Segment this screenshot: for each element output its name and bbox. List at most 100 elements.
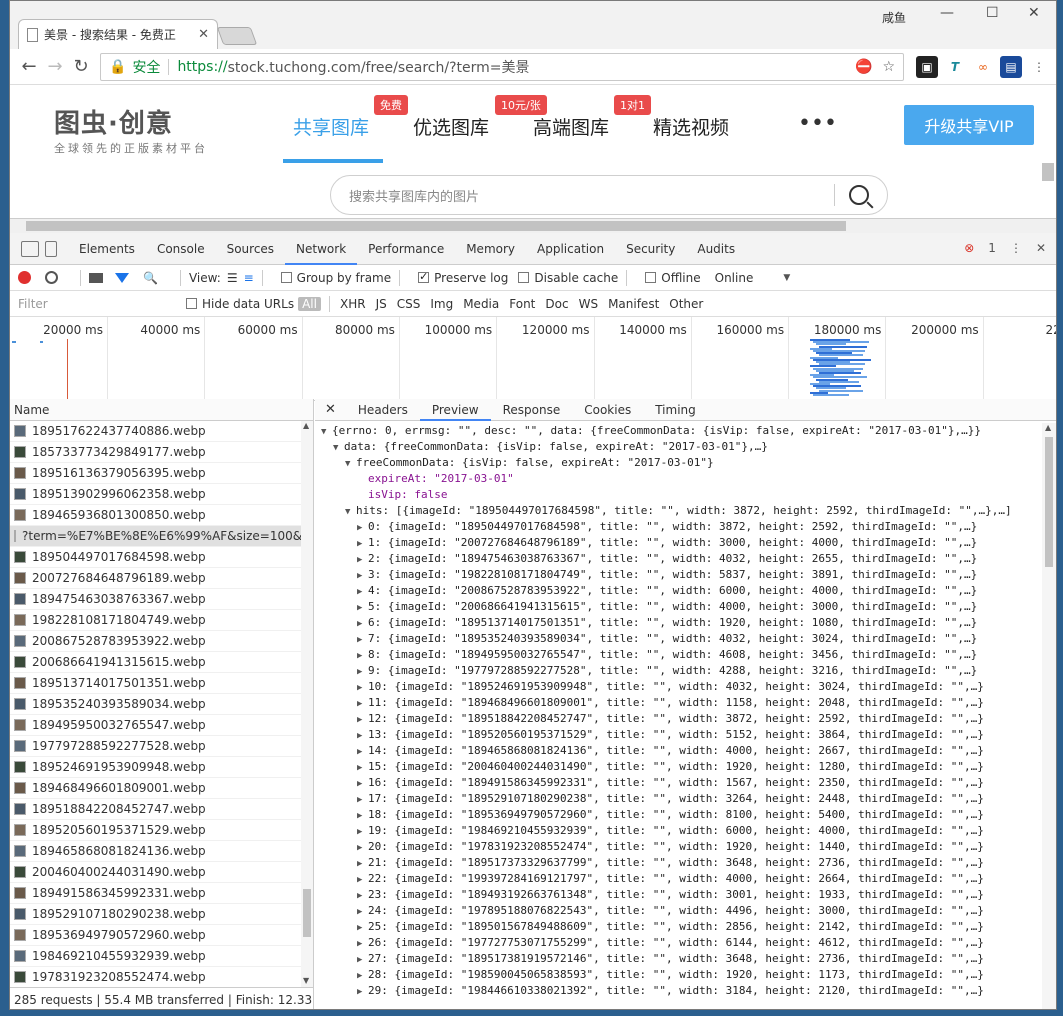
reload-icon[interactable]: ↻ xyxy=(68,56,94,77)
json-line[interactable]: ▶ 23: {imageId: "189493192663761348", tit… xyxy=(321,887,1040,903)
json-line[interactable]: ▶ 5: {imageId: "200686641941315615", titl… xyxy=(321,599,1040,615)
expand-icon[interactable]: ▶ xyxy=(357,616,368,632)
expand-icon[interactable]: ▶ xyxy=(357,728,368,744)
json-line[interactable]: ▶ 3: {imageId: "198228108171804749", titl… xyxy=(321,567,1040,583)
devtools-tab-application[interactable]: Application xyxy=(526,233,615,265)
json-line[interactable]: ▼ data: {freeCommonData: {isVip: false, e… xyxy=(321,439,1040,455)
json-line[interactable]: ▶ 7: {imageId: "189535240393589034", titl… xyxy=(321,631,1040,647)
devtools-tab-security[interactable]: Security xyxy=(615,233,686,265)
json-preview[interactable]: ▼ {errno: 0, errmsg: "", desc: "", data: … xyxy=(321,423,1040,1009)
device-icon[interactable] xyxy=(45,240,57,257)
network-timeline[interactable]: 20000 ms 40000 ms 60000 ms 80000 ms 100000 m… xyxy=(10,317,1056,401)
json-line[interactable]: ▶ 13: {imageId: "189520560195371529", tit… xyxy=(321,727,1040,743)
request-row[interactable]: 197831923208552474.webp xyxy=(10,967,302,987)
devtools-tab-audits[interactable]: Audits xyxy=(686,233,746,265)
request-row[interactable]: 189491586345992331.webp xyxy=(10,883,302,904)
preview-scrollbar[interactable]: ▲ xyxy=(1042,423,1056,1009)
json-line[interactable]: ▼ hits: [{imageId: "189504497017684598", … xyxy=(321,503,1040,519)
request-row[interactable]: 200727684648796189.webp xyxy=(10,568,302,589)
expand-icon[interactable]: ▶ xyxy=(357,792,368,808)
devtools-menu-icon[interactable]: ⋮ xyxy=(1010,241,1022,255)
filter-input[interactable]: Filter xyxy=(14,293,176,315)
request-row[interactable]: 189495950032765547.webp xyxy=(10,715,302,736)
request-row[interactable]: 189516136379056395.webp xyxy=(10,463,302,484)
filter-type-all[interactable]: All xyxy=(298,296,321,311)
request-row[interactable]: 189517622437740886.webp xyxy=(10,421,302,442)
filter-type-ws[interactable]: WS xyxy=(575,297,602,311)
devtools-tab-sources[interactable]: Sources xyxy=(216,233,285,265)
expand-icon[interactable]: ▶ xyxy=(357,648,368,664)
request-row[interactable]: 189468496601809001.webp xyxy=(10,778,302,799)
expand-icon[interactable]: ▶ xyxy=(357,840,368,856)
filter-type-xhr[interactable]: XHR xyxy=(336,297,370,311)
json-line[interactable]: expireAt: "2017-03-01" xyxy=(321,471,1040,487)
address-bar[interactable]: 🔒 安全 https:// stock.tuchong.com/free/sea… xyxy=(100,52,904,81)
name-column-header[interactable]: Name xyxy=(10,399,313,421)
json-line[interactable]: ▶ 10: {imageId: "189524691953909948", tit… xyxy=(321,679,1040,695)
devtools-tab-elements[interactable]: Elements xyxy=(68,233,146,265)
json-line[interactable]: ▶ 20: {imageId: "197831923208552474", tit… xyxy=(321,839,1040,855)
filter-type-img[interactable]: Img xyxy=(426,297,457,311)
list-view-icon[interactable]: ☰ xyxy=(227,271,238,285)
blocked-icon[interactable]: ⛔ xyxy=(855,59,872,75)
collapse-icon[interactable]: ▼ xyxy=(333,440,344,456)
request-row[interactable]: 189535240393589034.webp xyxy=(10,694,302,715)
filter-type-js[interactable]: JS xyxy=(372,297,391,311)
json-line[interactable]: ▶ 28: {imageId: "198590045065838593", tit… xyxy=(321,967,1040,983)
request-row[interactable]: 185733773429849177.webp xyxy=(10,442,302,463)
devtools-tab-performance[interactable]: Performance xyxy=(357,233,455,265)
request-row[interactable]: 189465936801300850.webp xyxy=(10,505,302,526)
more-icon[interactable]: ••• xyxy=(798,111,837,136)
json-line[interactable]: ▶ 15: {imageId: "200460400244031490", tit… xyxy=(321,759,1040,775)
horizontal-scrollbar[interactable] xyxy=(10,219,1056,233)
search-icon[interactable] xyxy=(849,185,869,205)
json-line[interactable]: ▶ 4: {imageId: "200867528783953922", titl… xyxy=(321,583,1040,599)
close-devtools-icon[interactable]: ✕ xyxy=(1036,241,1046,255)
json-line[interactable]: ▶ 29: {imageId: "198446610338021392", tit… xyxy=(321,983,1040,999)
request-list-scrollbar[interactable]: ▲ ▼ xyxy=(301,421,313,987)
inspect-icon[interactable] xyxy=(21,240,39,257)
extension-icon[interactable]: ▣ xyxy=(916,55,938,78)
json-line[interactable]: ▶ 19: {imageId: "198469210455932939", tit… xyxy=(321,823,1040,839)
devtools-tab-console[interactable]: Console xyxy=(146,233,216,265)
filter-type-media[interactable]: Media xyxy=(459,297,503,311)
close-detail-icon[interactable]: ✕ xyxy=(315,399,346,421)
expand-icon[interactable]: ▶ xyxy=(357,664,368,680)
collapse-icon[interactable]: ▼ xyxy=(345,456,356,472)
back-icon[interactable]: ← xyxy=(16,56,42,77)
request-row[interactable]: 198469210455932939.webp xyxy=(10,946,302,967)
detail-tab-cookies[interactable]: Cookies xyxy=(572,399,643,421)
request-row[interactable]: 189513902996062358.webp xyxy=(10,484,302,505)
json-line[interactable]: ▶ 0: {imageId: "189504497017684598", titl… xyxy=(321,519,1040,535)
maximize-icon[interactable]: ☐ xyxy=(986,5,999,21)
request-row[interactable]: 189465868081824136.webp xyxy=(10,841,302,862)
json-line[interactable]: ▼ {errno: 0, errmsg: "", desc: "", data: … xyxy=(321,423,1040,439)
json-line[interactable]: ▶ 6: {imageId: "189513714017501351", titl… xyxy=(321,615,1040,631)
expand-icon[interactable]: ▶ xyxy=(357,888,368,904)
filter-icon[interactable] xyxy=(115,272,129,283)
expand-icon[interactable]: ▶ xyxy=(357,552,368,568)
nav-premium-library[interactable]: 高端图库 xyxy=(533,113,609,140)
collapse-icon[interactable]: ▼ xyxy=(345,504,356,520)
star-icon[interactable]: ☆ xyxy=(882,59,895,75)
expand-icon[interactable]: ▶ xyxy=(357,632,368,648)
json-line[interactable]: ▶ 8: {imageId: "189495950032765547", titl… xyxy=(321,647,1040,663)
json-line[interactable]: ▶ 26: {imageId: "197727753071755299", tit… xyxy=(321,935,1040,951)
extension-icon[interactable]: T xyxy=(944,55,966,78)
expand-icon[interactable]: ▶ xyxy=(357,904,368,920)
request-row[interactable]: 189518842208452747.webp xyxy=(10,799,302,820)
request-row[interactable]: 198228108171804749.webp xyxy=(10,610,302,631)
page-scrollbar[interactable] xyxy=(1042,163,1054,181)
filter-type-other[interactable]: Other xyxy=(665,297,707,311)
json-line[interactable]: ▶ 16: {imageId: "189491586345992331", tit… xyxy=(321,775,1040,791)
clear-icon[interactable] xyxy=(45,271,58,284)
expand-icon[interactable]: ▶ xyxy=(357,952,368,968)
expand-icon[interactable]: ▶ xyxy=(357,584,368,600)
expand-icon[interactable]: ▶ xyxy=(357,536,368,552)
close-window-icon[interactable]: ✕ xyxy=(1028,5,1040,21)
request-row[interactable]: 197797288592277528.webp xyxy=(10,736,302,757)
request-row[interactable]: 189529107180290238.webp xyxy=(10,904,302,925)
json-line[interactable]: ▶ 18: {imageId: "189536949790572960", tit… xyxy=(321,807,1040,823)
extension-icon[interactable]: ▤ xyxy=(1000,55,1022,78)
search-input[interactable]: 搜索共享图库内的图片 xyxy=(330,175,888,215)
